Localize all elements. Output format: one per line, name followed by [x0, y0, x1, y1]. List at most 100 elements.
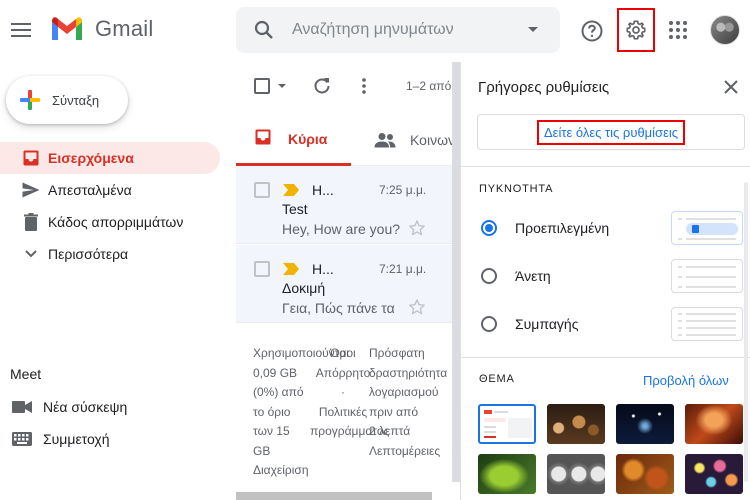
- default-theme[interactable]: [478, 404, 536, 444]
- important-marker-icon[interactable]: [283, 263, 299, 275]
- mail-footer: Χρησιμοποιούνται 0,09 GB (0%) από το όρι…: [236, 326, 460, 500]
- canyon-theme[interactable]: [685, 404, 743, 444]
- sidebar-item-label: Περισσότερα: [48, 246, 129, 262]
- search-options-icon[interactable]: [528, 27, 538, 32]
- manage-storage-link[interactable]: Διαχείριση: [253, 461, 349, 481]
- settings-button[interactable]: [617, 8, 655, 52]
- pipes-theme[interactable]: [547, 454, 605, 494]
- send-icon: [22, 182, 40, 198]
- sidebar-item-label: Κάδος απορριμμάτων: [48, 214, 184, 230]
- email-snippet: Hey, How are you?: [282, 221, 401, 237]
- email-time: 7:21 μ.μ.: [379, 262, 427, 276]
- people-icon: [374, 133, 396, 148]
- radio-button[interactable]: [481, 316, 497, 332]
- divider: [461, 166, 750, 167]
- mail-list-scrollbar[interactable]: [452, 62, 460, 482]
- sidebar-item-trash[interactable]: Κάδος απορριμμάτων: [0, 206, 220, 238]
- autumn-theme[interactable]: [616, 454, 674, 494]
- storage-line: GB: [253, 443, 271, 458]
- view-all-themes-link[interactable]: Προβολή όλων: [643, 373, 729, 388]
- video-camera-icon: [12, 401, 32, 413]
- email-row[interactable]: Η... 7:25 μ.μ. Test Hey, How are you?: [236, 166, 460, 244]
- density-option-comfortable[interactable]: Άνετη: [481, 259, 743, 293]
- help-icon: [581, 20, 603, 42]
- leaf-theme[interactable]: [478, 454, 536, 494]
- activity-line: λογαριασμού: [369, 385, 439, 399]
- radio-button-selected[interactable]: [481, 220, 497, 236]
- select-all-checkbox[interactable]: [254, 78, 270, 94]
- close-icon[interactable]: [724, 80, 738, 94]
- density-option-default[interactable]: Προεπιλεγμένη: [481, 211, 743, 245]
- sidebar-item-inbox[interactable]: Εισερχόμενα: [0, 142, 220, 174]
- compose-plus-icon: [18, 88, 42, 112]
- separator-dot: ·: [341, 385, 345, 399]
- radio-button[interactable]: [481, 268, 497, 284]
- terms-links: Όροι Απόρρητο · Πολιτικές προγράμματος: [310, 344, 389, 442]
- email-subject: Δοκιμή: [282, 280, 326, 296]
- account-avatar[interactable]: [710, 15, 740, 45]
- important-marker-icon[interactable]: [283, 184, 299, 196]
- meet-item-label: Νέα σύσκεψη: [43, 399, 128, 415]
- gmail-logo[interactable]: Gmail: [50, 16, 153, 42]
- density-label: Συμπαγής: [515, 316, 579, 332]
- trash-icon: [24, 213, 38, 231]
- email-row[interactable]: Η... 7:21 μ.μ. Δοκιμή Γεια, Πώς πάνε τα: [236, 245, 460, 323]
- meet-section-title: Meet: [10, 366, 42, 382]
- email-subject: Test: [282, 201, 308, 217]
- divider: [461, 357, 750, 358]
- more-vert-icon[interactable]: [354, 76, 374, 96]
- space-theme[interactable]: [616, 404, 674, 444]
- program-policies-link[interactable]: προγράμματος: [310, 422, 389, 442]
- search-input[interactable]: [292, 7, 512, 53]
- privacy-link[interactable]: Απόρρητο: [310, 364, 376, 384]
- activity-line: πριν από: [369, 404, 418, 419]
- meet-item-label: Συμμετοχή: [43, 431, 110, 447]
- account-activity: Πρόσφατη δραστηριότητα λογαριασμού πριν …: [369, 344, 447, 461]
- quick-settings-scrollbar[interactable]: [744, 182, 748, 482]
- quick-settings-title: Γρήγορες ρυθμίσεις: [478, 79, 610, 96]
- refresh-icon[interactable]: [312, 76, 332, 96]
- search-icon[interactable]: [252, 18, 276, 42]
- chevron-down-icon: [25, 250, 37, 258]
- category-tabs: Κύρια Κοινωνικά: [236, 114, 460, 166]
- new-meeting-button[interactable]: Νέα σύσκεψη: [0, 392, 220, 422]
- see-all-settings-label: Δείτε όλες τις ρυθμίσεις: [536, 119, 686, 145]
- density-label: Άνετη: [515, 268, 551, 284]
- see-all-settings-button[interactable]: Δείτε όλες τις ρυθμίσεις: [477, 114, 745, 150]
- chess-theme[interactable]: [547, 404, 605, 444]
- hamburger-menu-icon: [11, 23, 31, 37]
- density-label: Προεπιλεγμένη: [515, 220, 610, 236]
- density-preview-compact[interactable]: [671, 307, 743, 341]
- bokeh-theme[interactable]: [685, 454, 743, 494]
- sidebar-item-more[interactable]: Περισσότερα: [0, 238, 220, 270]
- select-options-icon[interactable]: [278, 84, 286, 88]
- star-icon[interactable]: [408, 219, 426, 237]
- support-button[interactable]: [580, 19, 604, 48]
- search-bar: [236, 7, 560, 53]
- email-checkbox[interactable]: [254, 182, 270, 198]
- email-snippet: Γεια, Πώς πάνε τα: [282, 300, 395, 316]
- activity-line: 2 λεπτά: [369, 424, 411, 438]
- mail-toolbar: 1–2 από 2: [236, 62, 460, 110]
- details-link[interactable]: Λεπτομέρειες: [369, 442, 447, 462]
- compose-button[interactable]: Σύνταξη: [6, 76, 128, 124]
- sidebar-item-sent[interactable]: Απεσταλμένα: [0, 174, 220, 206]
- density-preview-default[interactable]: [671, 211, 743, 245]
- density-preview-comfortable[interactable]: [671, 259, 743, 293]
- sidebar: Σύνταξη Εισερχόμενα Απεσταλμένα Κάδος απ…: [0, 62, 236, 500]
- google-apps-button[interactable]: [668, 20, 688, 45]
- tab-primary[interactable]: Κύρια: [236, 114, 351, 166]
- star-icon[interactable]: [408, 298, 426, 316]
- main-menu-button[interactable]: [8, 17, 34, 43]
- theme-section-title: ΘΕΜΑ: [479, 373, 515, 385]
- email-sender: Η...: [312, 182, 334, 198]
- join-meeting-button[interactable]: Συμμετοχή: [0, 424, 220, 454]
- density-option-compact[interactable]: Συμπαγής: [481, 307, 743, 341]
- keyboard-icon: [12, 432, 32, 446]
- horizontal-scrollbar[interactable]: [236, 492, 432, 500]
- email-checkbox[interactable]: [254, 261, 270, 277]
- program-policies-link[interactable]: Πολιτικές: [310, 403, 376, 423]
- tab-social[interactable]: Κοινωνικά: [374, 114, 460, 166]
- terms-link[interactable]: Όροι: [310, 344, 376, 364]
- quick-settings-panel: Γρήγορες ρυθμίσεις Δείτε όλες τις ρυθμίσ…: [460, 62, 750, 500]
